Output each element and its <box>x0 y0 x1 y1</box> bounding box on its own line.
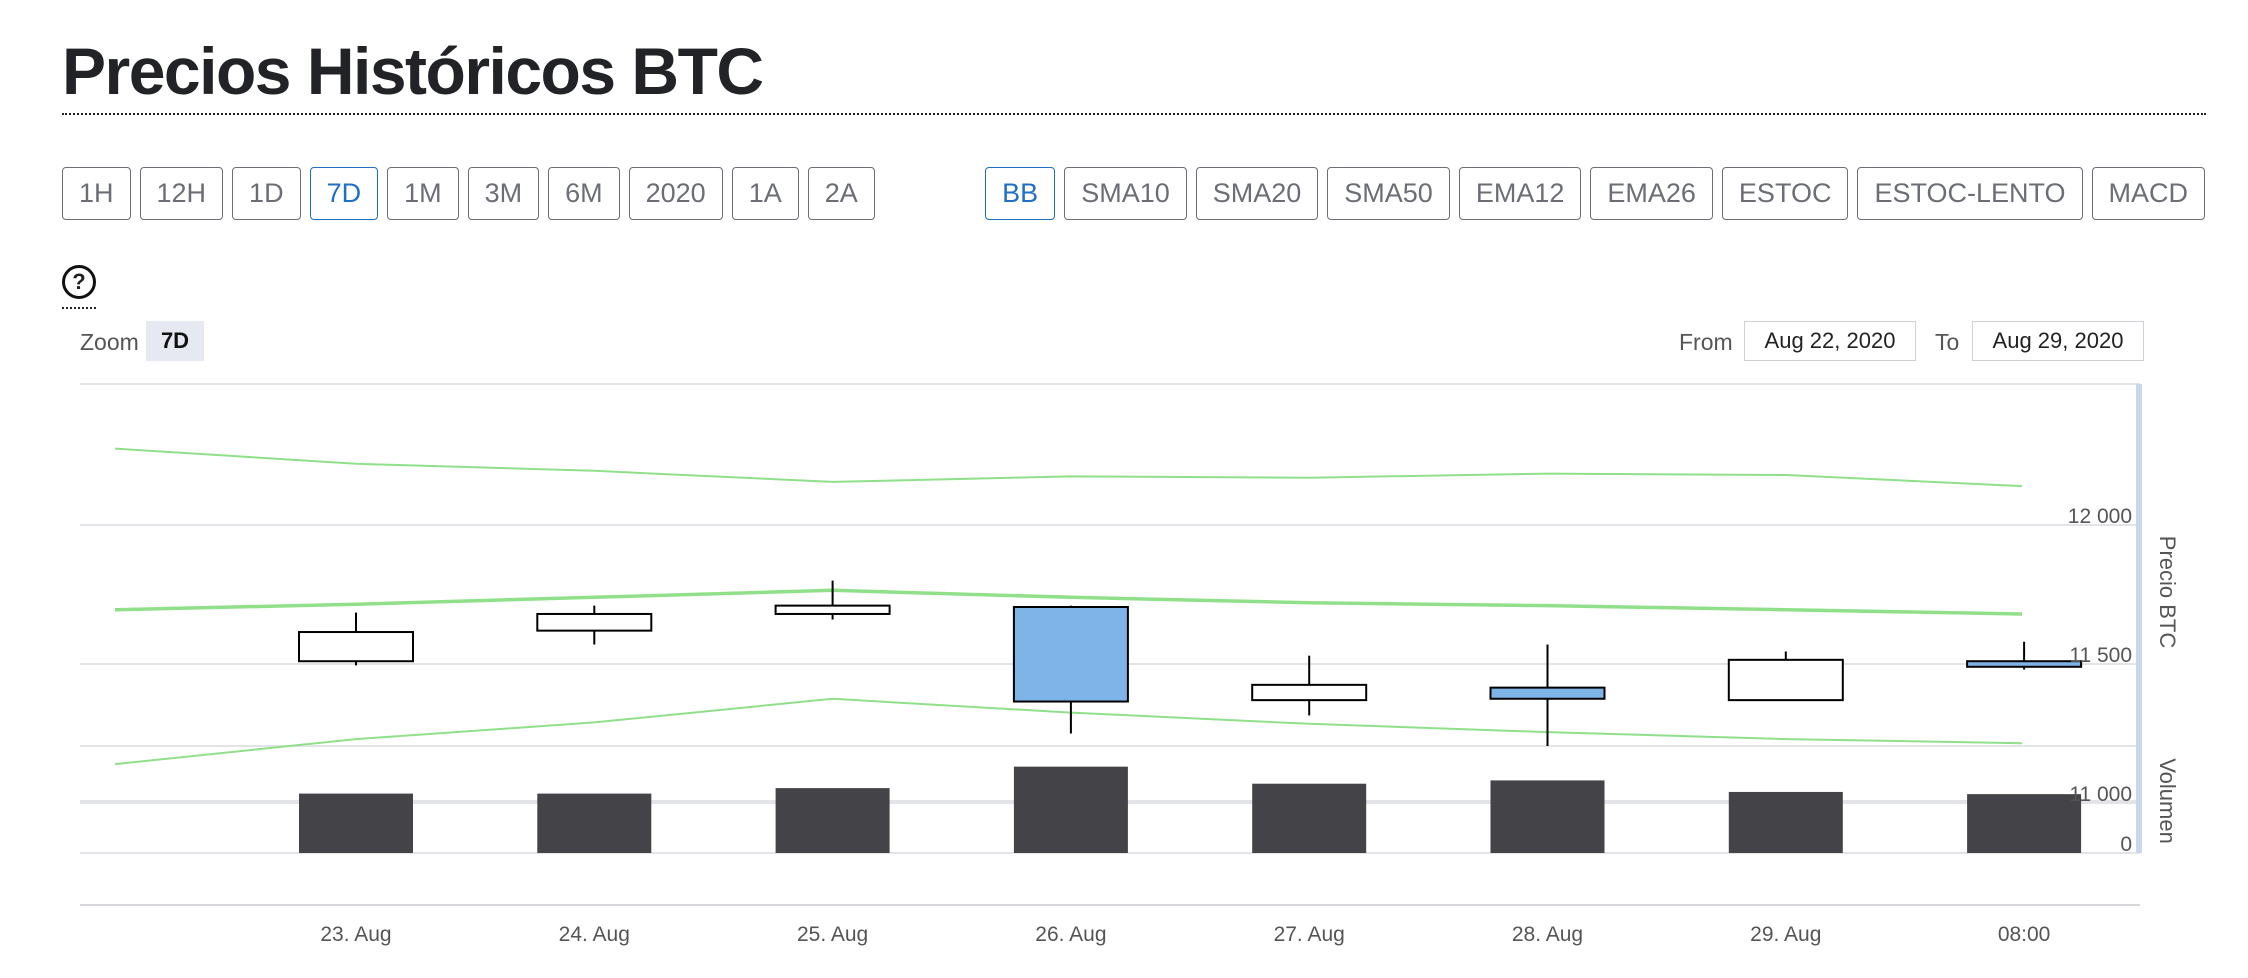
x-tick-label: 26. Aug <box>1035 923 1106 946</box>
x-tick-label: 29. Aug <box>1750 923 1821 946</box>
volume-bar <box>299 793 413 853</box>
volume-bar <box>775 788 890 853</box>
bollinger-upper-line <box>114 447 2023 488</box>
volume-bar <box>537 793 652 853</box>
candle-body <box>1966 660 2083 668</box>
x-tick-label: 23. Aug <box>320 923 391 946</box>
price-tick-label: 12 000 <box>2068 505 2132 528</box>
volume-bar <box>1252 783 1367 853</box>
candle-body <box>1489 686 1606 700</box>
volume-bar <box>1967 794 2082 853</box>
candle-body <box>298 631 414 663</box>
candle-body <box>1251 683 1368 702</box>
volume-axis-title: Volumen <box>2155 758 2180 844</box>
candle-body <box>774 604 891 615</box>
price-chart: 12 000 11 500 11 000 0 Precio BTC Volumen 23. … <box>80 383 2180 946</box>
volume-tick-label: 0 <box>2120 833 2132 856</box>
x-tick-label: 08:00 <box>1998 923 2051 946</box>
x-tick-label: 25. Aug <box>797 923 868 946</box>
price-tick-label: 11 000 <box>2069 783 2132 806</box>
candle-body <box>536 612 653 632</box>
price-axis-title: Precio BTC <box>2155 536 2180 649</box>
x-tick-label: 24. Aug <box>559 923 630 946</box>
navigator-scrollbar[interactable] <box>2136 384 2142 853</box>
volume-bar <box>1728 791 1843 853</box>
x-tick-label: 28. Aug <box>1512 923 1583 946</box>
candle-body <box>1727 658 1844 702</box>
volume-bar <box>1490 780 1605 853</box>
bollinger-lower-line <box>114 697 2023 766</box>
candle-body <box>1012 606 1129 703</box>
volume-bar <box>1013 766 1128 853</box>
price-tick-label: 11 500 <box>2069 644 2132 667</box>
x-tick-label: 27. Aug <box>1274 923 1345 946</box>
